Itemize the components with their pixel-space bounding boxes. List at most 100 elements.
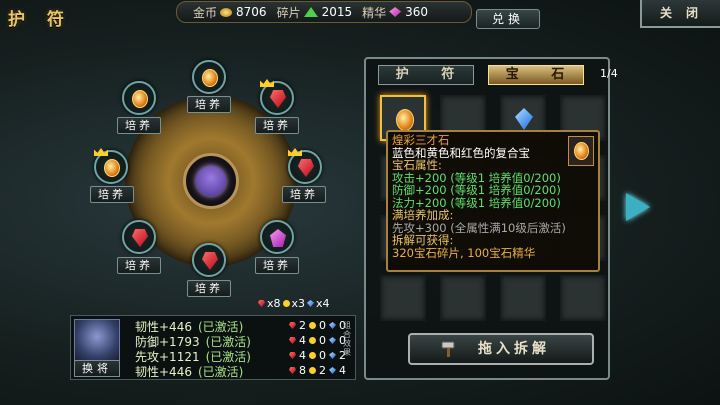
blue-gem-icon bbox=[515, 108, 533, 130]
yellow-gem-icon bbox=[309, 322, 316, 329]
amulet-core[interactable] bbox=[183, 153, 239, 209]
currency-bar: 金币 8706 碎片 2015 精华 360 bbox=[176, 1, 472, 23]
amulet-emblem-icon bbox=[196, 166, 226, 196]
gem-slot-top[interactable] bbox=[192, 60, 226, 94]
cultivate-button-bottom[interactable]: 培养 bbox=[187, 280, 231, 297]
blue-count: 4 bbox=[339, 364, 346, 377]
shard-resource: 碎片 2015 bbox=[277, 4, 353, 21]
yellow-count: 0 bbox=[319, 349, 326, 362]
red-gem-icon bbox=[132, 229, 148, 247]
gem-slot-bottom-left[interactable] bbox=[122, 220, 156, 254]
close-button[interactable]: 关闭 bbox=[640, 0, 720, 28]
blue-gem-icon bbox=[329, 322, 336, 329]
stat-text: 防御+1793 bbox=[135, 335, 200, 349]
blue-gem-count: x4 bbox=[316, 297, 330, 310]
combo-effect-label: 组合效果 bbox=[343, 321, 351, 357]
gold-gem-icon bbox=[574, 142, 589, 160]
page-indicator: 1/4 bbox=[600, 67, 618, 80]
gold-gem-icon bbox=[132, 90, 148, 108]
arrow-right-icon[interactable] bbox=[626, 193, 650, 221]
red-gem-icon bbox=[289, 352, 296, 359]
attr-heading: 宝石属性: bbox=[392, 158, 442, 172]
gem-requirement-row: 824 bbox=[289, 364, 348, 377]
crown-icon bbox=[260, 79, 274, 87]
yellow-gem-icon bbox=[309, 367, 316, 374]
gold-label: 金币 bbox=[193, 5, 218, 20]
stat-text: 韧性+446 bbox=[135, 320, 192, 334]
red-count: 4 bbox=[299, 334, 306, 347]
yield-heading: 拆解可获得: bbox=[392, 233, 454, 247]
red-gem-icon bbox=[289, 367, 296, 374]
cultivate-button-left[interactable]: 培养 bbox=[90, 186, 134, 203]
yellow-gem-icon bbox=[309, 352, 316, 359]
amulet-wheel: 培养 培养 培养 培养 培养 培养 培养 培养 bbox=[90, 60, 330, 300]
tab-gem[interactable]: 宝 石 bbox=[488, 65, 584, 85]
inventory-cell[interactable] bbox=[380, 275, 426, 321]
yellow-count: 0 bbox=[319, 319, 326, 332]
gold-resource: 金币 8706 bbox=[193, 4, 267, 21]
hammer-icon bbox=[441, 341, 455, 357]
gem-slot-top-right[interactable] bbox=[260, 79, 294, 115]
essence-label: 精华 bbox=[362, 5, 387, 20]
gem-slot-top-left[interactable] bbox=[122, 81, 156, 115]
blue-gem-icon bbox=[329, 352, 336, 359]
attr-line: 防御+200 (等级1 培养值0/200) bbox=[392, 183, 561, 197]
shard-value: 2015 bbox=[321, 5, 353, 19]
tab-amulet[interactable]: 护 符 bbox=[378, 65, 474, 85]
gold-gem-icon bbox=[396, 109, 414, 131]
gem-requirement-row: 200 bbox=[289, 319, 348, 332]
inventory-cell[interactable] bbox=[440, 275, 486, 321]
gold-gem-icon bbox=[202, 69, 218, 87]
stat-text: 韧性+446 bbox=[135, 365, 192, 379]
stat-state: (已激活) bbox=[205, 350, 251, 364]
red-count: 2 bbox=[299, 319, 306, 332]
essence-icon bbox=[389, 7, 402, 17]
yellow-count: 2 bbox=[319, 364, 326, 377]
red-count: 8 bbox=[299, 364, 306, 377]
red-gem-icon bbox=[202, 252, 218, 270]
gold-gem-icon bbox=[104, 159, 120, 177]
swap-hero-button[interactable]: 换将 bbox=[74, 360, 120, 377]
disassemble-drop-button[interactable]: 拖入拆解 bbox=[408, 333, 594, 365]
inventory-cell[interactable] bbox=[500, 275, 546, 321]
inventory-cell[interactable] bbox=[560, 275, 606, 321]
hero-avatar[interactable] bbox=[74, 319, 120, 363]
yield-line: 320宝石碎片, 100宝石精华 bbox=[392, 245, 536, 260]
gem-slot-right[interactable] bbox=[288, 148, 322, 184]
blue-gem-icon bbox=[329, 367, 336, 374]
gem-requirement-row: 402 bbox=[289, 349, 348, 362]
crown-icon bbox=[94, 148, 108, 156]
disassemble-label: 拖入拆解 bbox=[478, 341, 550, 357]
gem-requirement-row: 400 bbox=[289, 334, 348, 347]
red-gem-icon bbox=[270, 90, 286, 108]
page-title: 护 符 bbox=[8, 10, 72, 30]
cultivate-button-top-left[interactable]: 培养 bbox=[117, 117, 161, 134]
gem-slot-left[interactable] bbox=[94, 148, 128, 184]
cultivate-button-top[interactable]: 培养 bbox=[187, 96, 231, 113]
blue-gem-icon bbox=[307, 300, 315, 307]
gold-value: 8706 bbox=[236, 5, 267, 19]
coin-icon bbox=[220, 7, 233, 17]
cultivate-button-bottom-right[interactable]: 培养 bbox=[255, 257, 299, 274]
yellow-gem-icon bbox=[309, 337, 316, 344]
gem-tooltip: 煌彩三才石 蓝色和黄色和红色的复合宝 宝石属性: 攻击+200 (等级1 培养值… bbox=[386, 130, 600, 272]
exchange-button[interactable]: 兑换 bbox=[476, 9, 540, 29]
stat-state: (已激活) bbox=[197, 320, 244, 334]
essence-resource: 精华 360 bbox=[362, 4, 428, 21]
cultivate-button-bottom-left[interactable]: 培养 bbox=[117, 257, 161, 274]
yellow-gem-icon bbox=[282, 300, 290, 307]
red-gem-icon bbox=[289, 337, 296, 344]
yellow-gem-count: x3 bbox=[291, 297, 306, 310]
gem-slot-bottom[interactable] bbox=[192, 243, 226, 277]
gem-slot-bottom-right[interactable] bbox=[260, 220, 294, 254]
stat-state: (已激活) bbox=[197, 365, 244, 379]
gem-count-summary: x8 x3 x4 bbox=[258, 297, 330, 310]
cultivate-button-top-right[interactable]: 培养 bbox=[255, 117, 299, 134]
tooltip-gem-frame bbox=[568, 136, 594, 166]
cultivate-button-right[interactable]: 培养 bbox=[282, 186, 326, 203]
red-gem-icon bbox=[298, 159, 314, 177]
red-gem-count: x8 bbox=[267, 297, 281, 310]
stat-line: 韧性+446 (已激活) bbox=[135, 363, 243, 380]
shard-label: 碎片 bbox=[276, 5, 301, 20]
shard-icon bbox=[303, 7, 318, 17]
